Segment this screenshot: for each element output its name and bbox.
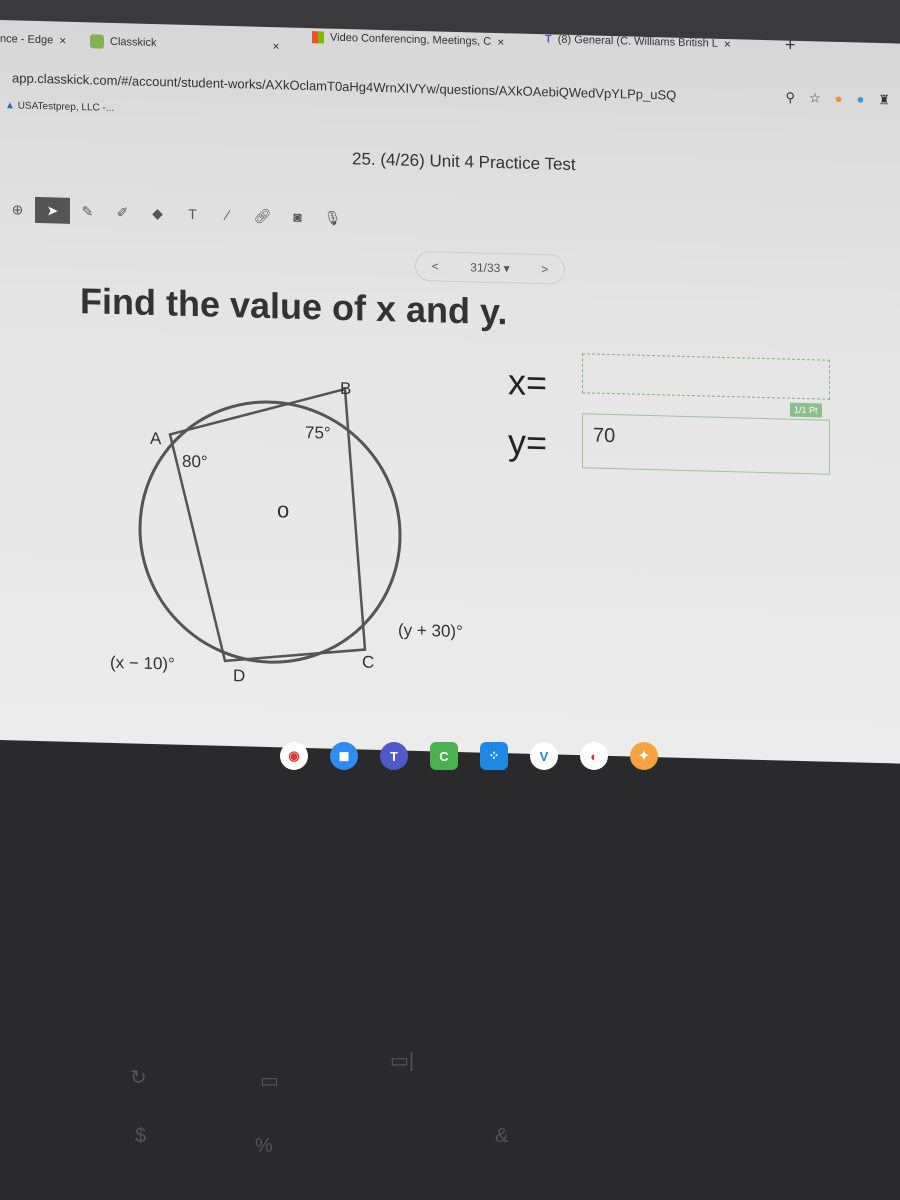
close-icon[interactable]: × xyxy=(272,39,279,53)
new-tab-button[interactable]: + xyxy=(785,35,796,56)
bookmark-label: USATestprep, LLC -... xyxy=(17,100,115,114)
microsoft-icon xyxy=(312,31,324,44)
teams-icon[interactable]: T xyxy=(380,742,408,770)
tab-label: Classkick xyxy=(110,35,157,50)
inscribed-quadrilateral-diagram: A B C D 80° 75° (y + 30)° (x − 10)° o xyxy=(110,379,463,686)
ampersand-key[interactable]: & xyxy=(495,1125,508,1148)
screen: nce - Edge × Classkick × Video Conferencin… xyxy=(0,0,900,764)
zoom-icon[interactable]: ⊕ xyxy=(0,196,35,223)
pager: < 31/33 ▾ > xyxy=(415,250,565,285)
toolbar: ⊕ ➤ ✎ ✐ ◆ T ⁄ 🔗︎ ◙ 🎙︎ xyxy=(0,196,350,231)
page-title: 25. (4/26) Unit 4 Practice Test xyxy=(352,149,576,175)
angle-b: 75° xyxy=(305,423,331,443)
points-badge: 1/1 Pt xyxy=(790,402,822,418)
app-icon[interactable]: V xyxy=(530,742,558,770)
star-icon[interactable]: ☆ xyxy=(809,90,821,106)
tab-edge[interactable]: nce - Edge × xyxy=(0,32,66,48)
tab-label: nce - Edge xyxy=(0,33,54,47)
label-a: A xyxy=(150,429,162,448)
circle xyxy=(138,400,402,664)
mic-icon[interactable]: 🎙︎ xyxy=(315,204,350,231)
extension-icon[interactable]: ♜ xyxy=(878,92,890,108)
label-d: D xyxy=(233,666,245,685)
angle-a: 80° xyxy=(182,452,208,472)
bookmark-usatestprep[interactable]: ▲ USATestprep, LLC -... xyxy=(5,100,114,114)
location-icon[interactable]: ⚲ xyxy=(785,90,795,106)
question-text: Find the value of x and y. xyxy=(80,280,508,333)
overview-key[interactable]: ▭| xyxy=(390,1048,414,1073)
tab-classkick[interactable]: Classkick × xyxy=(90,34,279,53)
pen-icon[interactable]: ✎ xyxy=(70,198,105,225)
page-select[interactable]: 31/33 ▾ xyxy=(470,260,509,275)
os-shelf: ◉ ◼ T C ⁘ V ◐ ✦ xyxy=(280,742,658,770)
fullscreen-key[interactable]: ▭ xyxy=(260,1068,279,1093)
eraser-icon[interactable]: ◆ xyxy=(140,200,175,227)
classkick-icon[interactable]: C xyxy=(430,742,458,770)
app-icon[interactable]: ◼ xyxy=(330,742,358,770)
extension-icon[interactable]: ● xyxy=(835,91,843,107)
label-c: C xyxy=(362,652,374,671)
camera-icon[interactable]: ◙ xyxy=(280,203,315,230)
app-icon[interactable]: ⁘ xyxy=(480,742,508,770)
tab-video[interactable]: Video Conferencing, Meetings, C × xyxy=(312,30,504,49)
highlighter-icon[interactable]: ✐ xyxy=(105,199,140,226)
close-icon[interactable]: × xyxy=(497,35,504,49)
close-icon[interactable]: × xyxy=(724,37,731,51)
dollar-key[interactable]: $ xyxy=(135,1125,146,1148)
x-answer-field[interactable] xyxy=(582,353,830,400)
teams-icon: T xyxy=(545,33,552,46)
angle-d: (x − 10)° xyxy=(110,653,175,674)
line-icon[interactable]: ⁄ xyxy=(210,201,245,228)
extension-icon[interactable]: ● xyxy=(856,91,864,107)
stamp-icon: o xyxy=(277,497,289,522)
chrome-icon[interactable]: ◉ xyxy=(280,742,308,770)
label-b: B xyxy=(340,379,351,398)
y-answer-field[interactable]: 70 xyxy=(582,413,830,475)
app-icon[interactable]: ✦ xyxy=(630,742,658,770)
bookmark-icon: ▲ xyxy=(5,100,15,112)
quadrilateral xyxy=(168,387,367,663)
close-icon[interactable]: × xyxy=(59,34,66,48)
classkick-icon xyxy=(90,34,104,49)
next-page-button[interactable]: > xyxy=(541,262,548,276)
refresh-key[interactable]: ↻ xyxy=(130,1065,147,1090)
pointer-icon[interactable]: ➤ xyxy=(35,196,70,224)
link-icon[interactable]: 🔗︎ xyxy=(245,202,280,229)
tab-label: (8) General (C. Williams British L xyxy=(557,33,718,50)
prev-page-button[interactable]: < xyxy=(432,259,439,273)
percent-key[interactable]: % xyxy=(255,1135,273,1158)
angle-c: (y + 30)° xyxy=(398,620,463,641)
tab-label: Video Conferencing, Meetings, C xyxy=(330,31,492,48)
x-label: x= xyxy=(508,361,548,404)
text-icon[interactable]: T xyxy=(175,201,210,228)
y-label: y= xyxy=(508,421,548,464)
app-icon[interactable]: ◐ xyxy=(580,742,608,770)
